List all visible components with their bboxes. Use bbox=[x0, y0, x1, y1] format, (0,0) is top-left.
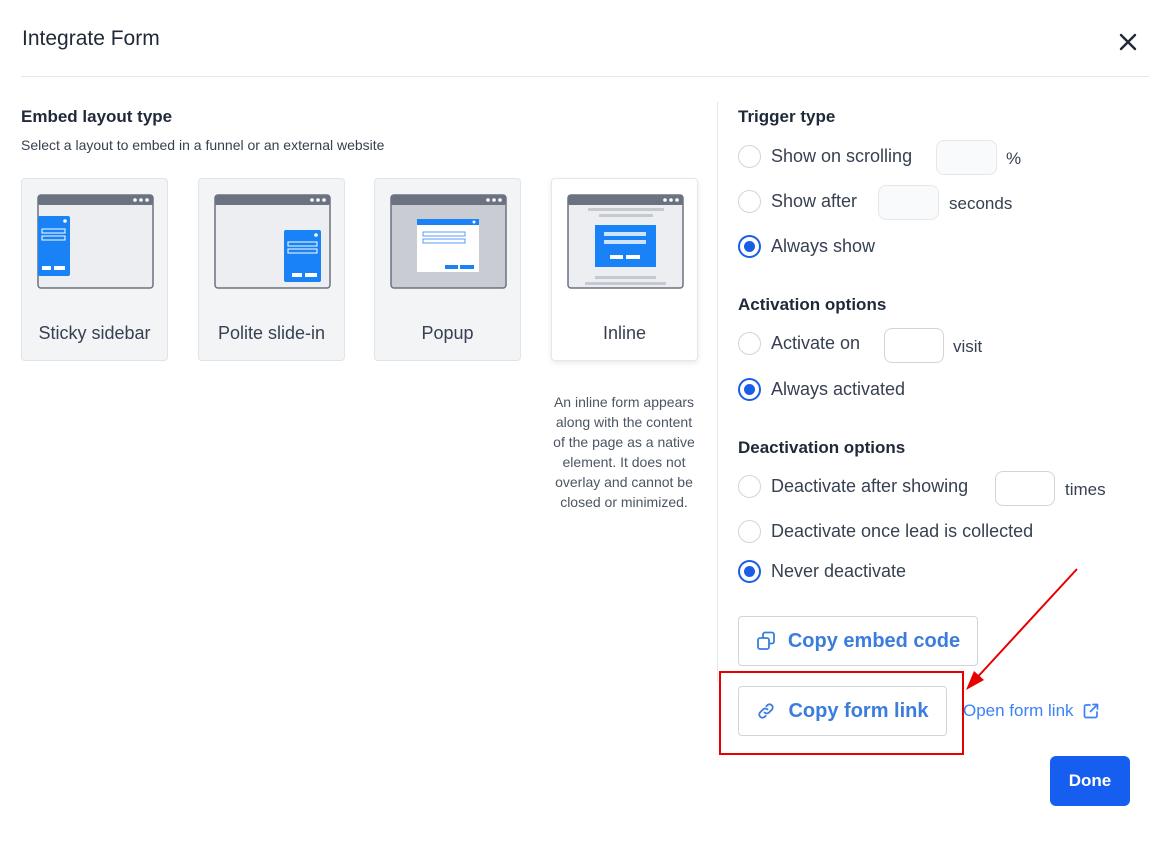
radio-circle-checked[interactable] bbox=[738, 377, 761, 401]
radio-deactivate-once-lead-collected[interactable]: Deactivate once lead is collected bbox=[738, 518, 1033, 544]
embed-layout-subtitle: Select a layout to embed in a funnel or … bbox=[21, 137, 385, 153]
radio-circle[interactable] bbox=[738, 189, 761, 213]
popup-illustration bbox=[390, 194, 507, 289]
radio-circle-checked[interactable] bbox=[738, 234, 761, 258]
column-divider bbox=[717, 102, 718, 682]
deactivation-options-heading: Deactivation options bbox=[738, 438, 906, 457]
layout-label-sticky-sidebar: Sticky sidebar bbox=[38, 323, 151, 343]
deactivate-times-input[interactable] bbox=[995, 471, 1055, 506]
inline-layout-description: An inline form appears along with the co… bbox=[553, 394, 695, 510]
inline-illustration bbox=[567, 194, 684, 289]
external-link-icon bbox=[1082, 702, 1100, 720]
open-form-link-label: Open form link bbox=[963, 701, 1074, 720]
layout-card-polite-slide-in[interactable]: Polite slide-in bbox=[198, 178, 345, 361]
trigger-type-heading: Trigger type bbox=[738, 107, 836, 126]
copy-form-link-button[interactable]: Copy form link bbox=[738, 686, 947, 736]
radio-always-activated[interactable]: Always activated bbox=[738, 376, 905, 402]
copy-icon bbox=[756, 631, 776, 651]
scroll-percent-unit: % bbox=[1006, 149, 1022, 168]
copy-embed-code-label: Copy embed code bbox=[787, 629, 961, 652]
radio-label: Always activated bbox=[771, 378, 906, 399]
activate-on-visit-input[interactable] bbox=[884, 328, 944, 363]
activate-on-unit: visit bbox=[953, 337, 983, 356]
radio-deactivate-after-showing[interactable]: Deactivate after showing bbox=[738, 473, 968, 499]
radio-circle[interactable] bbox=[738, 144, 761, 168]
radio-circle[interactable] bbox=[738, 331, 761, 355]
layout-label-popup: Popup bbox=[421, 323, 474, 343]
copy-embed-code-button[interactable]: Copy embed code bbox=[738, 616, 978, 666]
open-form-link[interactable]: Open form link bbox=[963, 701, 1100, 721]
radio-show-on-scrolling[interactable]: Show on scrolling bbox=[738, 143, 912, 169]
deactivate-times-unit: times bbox=[1065, 480, 1106, 499]
radio-activate-on[interactable]: Activate on bbox=[738, 330, 860, 356]
sticky-sidebar-illustration bbox=[37, 194, 154, 289]
layout-label-inline: Inline bbox=[602, 323, 647, 343]
show-after-seconds-input[interactable] bbox=[878, 185, 939, 220]
show-after-unit: seconds bbox=[949, 194, 1013, 213]
scroll-percent-input[interactable] bbox=[936, 140, 997, 175]
layout-card-sticky-sidebar[interactable]: Sticky sidebar bbox=[21, 178, 168, 361]
activation-options-heading: Activation options bbox=[738, 295, 887, 314]
radio-circle[interactable] bbox=[738, 474, 761, 498]
radio-label: Show on scrolling bbox=[771, 145, 913, 166]
layout-card-popup[interactable]: Popup bbox=[374, 178, 521, 361]
radio-always-show[interactable]: Always show bbox=[738, 233, 875, 259]
header-divider bbox=[21, 76, 1149, 77]
radio-never-deactivate[interactable]: Never deactivate bbox=[738, 558, 906, 584]
radio-label: Deactivate after showing bbox=[771, 475, 969, 496]
embed-layout-heading: Embed layout type bbox=[21, 107, 173, 126]
done-button[interactable]: Done bbox=[1050, 756, 1130, 806]
radio-label: Show after bbox=[771, 190, 858, 211]
modal-title: Integrate Form bbox=[22, 27, 160, 50]
close-icon bbox=[1119, 33, 1137, 51]
copy-form-link-label: Copy form link bbox=[788, 699, 929, 722]
polite-slide-in-illustration bbox=[214, 194, 331, 289]
link-icon bbox=[756, 701, 776, 721]
radio-circle-checked[interactable] bbox=[738, 559, 761, 583]
close-button[interactable] bbox=[1112, 26, 1144, 58]
layout-label-polite-slide-in: Polite slide-in bbox=[217, 323, 326, 343]
radio-label: Deactivate once lead is collected bbox=[771, 520, 1034, 541]
radio-label: Always show bbox=[771, 235, 876, 256]
radio-label: Never deactivate bbox=[771, 560, 907, 581]
layout-card-inline[interactable]: Inline bbox=[551, 178, 698, 361]
radio-label: Activate on bbox=[771, 332, 861, 353]
radio-show-after[interactable]: Show after bbox=[738, 188, 857, 214]
radio-circle[interactable] bbox=[738, 519, 761, 543]
